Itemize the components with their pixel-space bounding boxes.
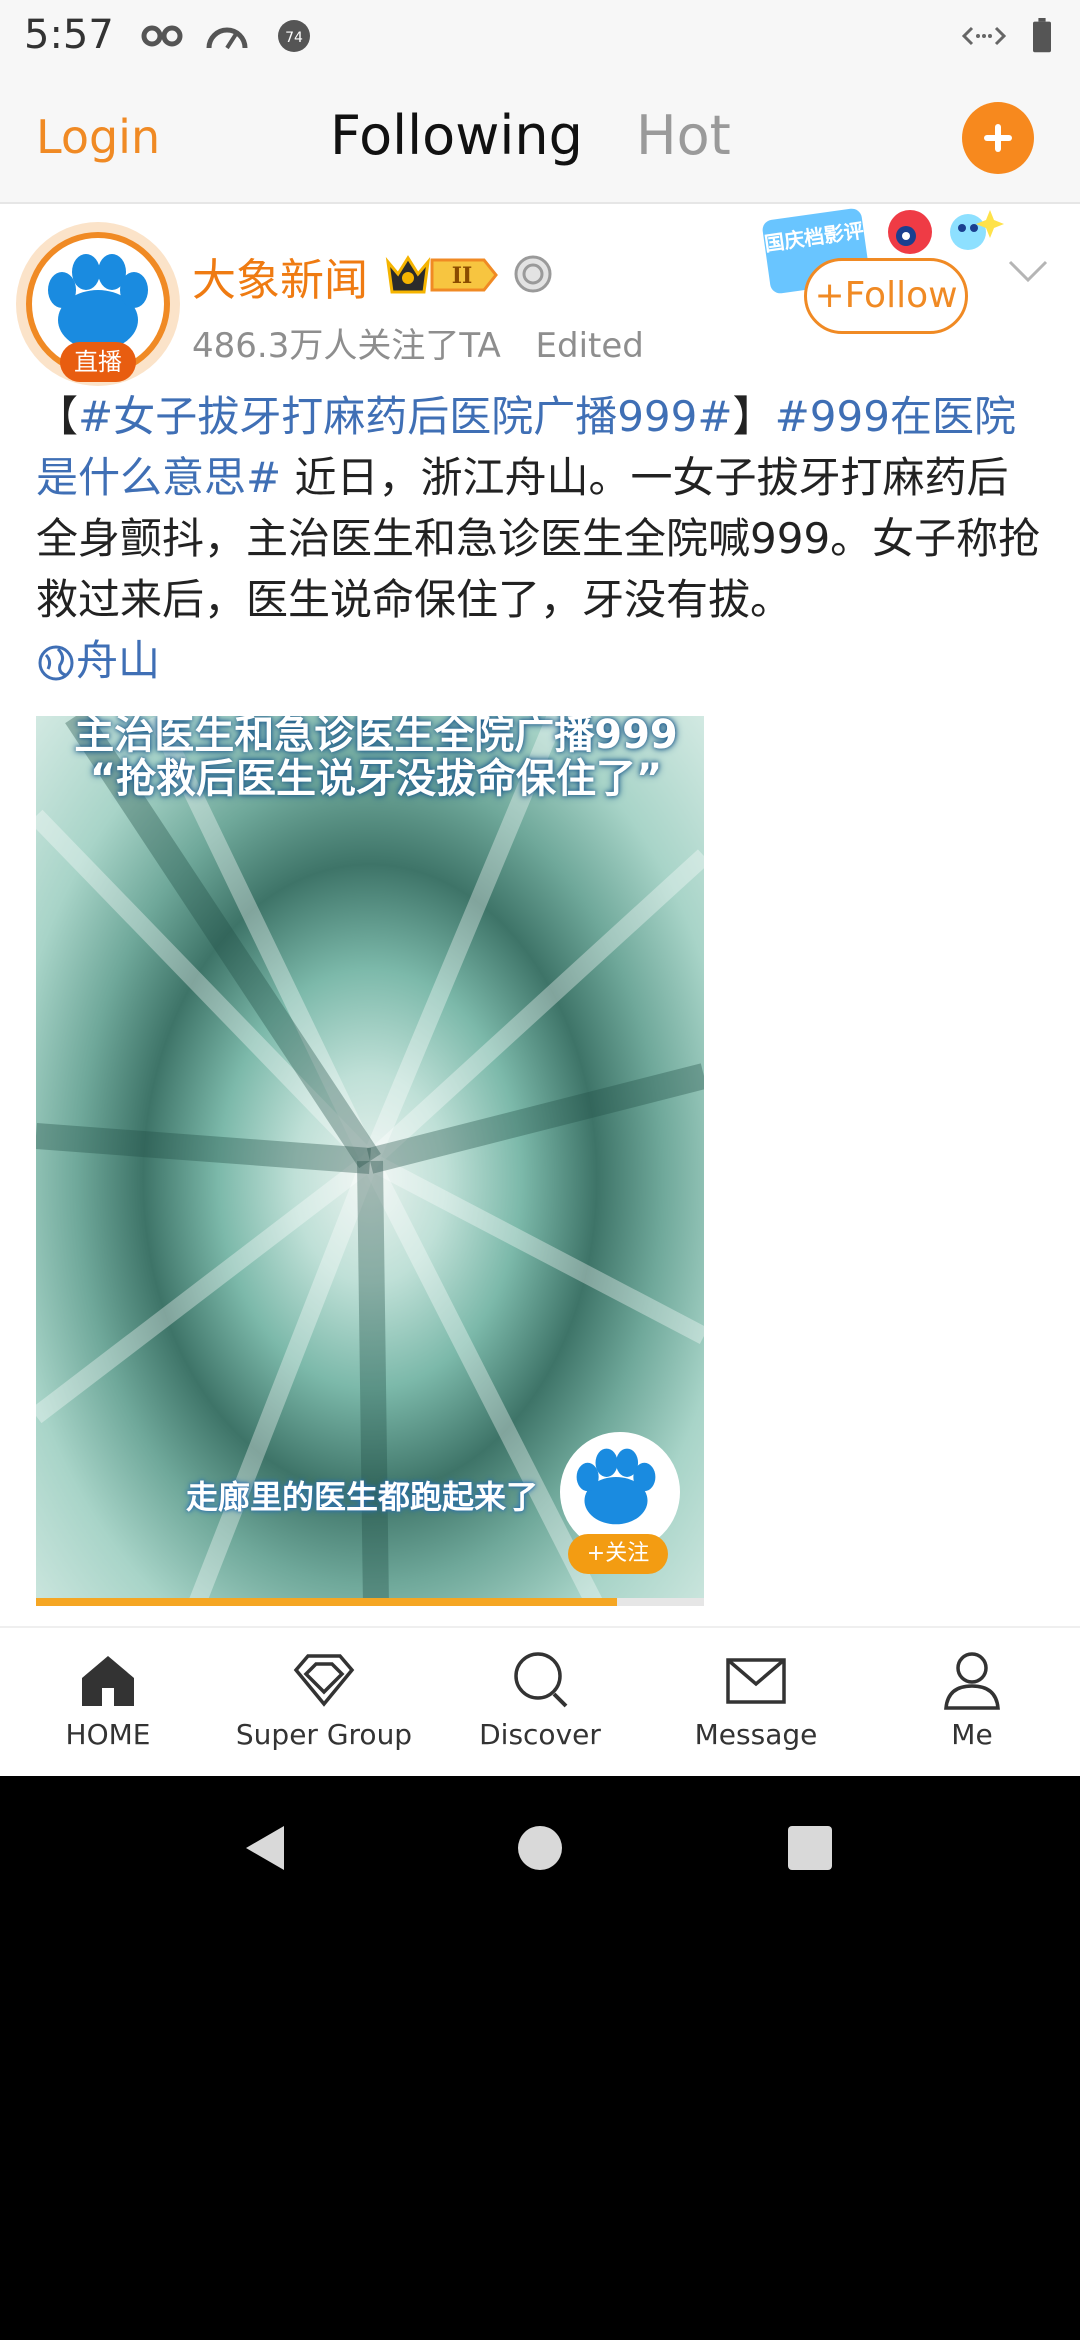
video-caption-quote: “抢救后医生说牙没拔命保住了” (89, 756, 663, 802)
follower-count: 486.3万人关注了TA (192, 326, 501, 366)
nav-message[interactable]: Message (648, 1638, 864, 1751)
home-icon (82, 1656, 134, 1706)
nav-me[interactable]: Me (864, 1638, 1080, 1751)
live-badge: 直播 (60, 342, 136, 382)
nav-me-label: Me (951, 1718, 993, 1751)
top-navigation: Login Following Hot (0, 70, 1080, 204)
crown-rank-icon: II (385, 255, 498, 294)
bracket-close: 】 (732, 392, 775, 441)
video-caption-bottom: 走廊里的医生都跑起来了 (186, 1478, 539, 1516)
data-transfer-icon (962, 26, 1006, 46)
envelope-icon (726, 1658, 786, 1704)
status-time: 5:57 (24, 12, 114, 58)
location-label: 舟山 (76, 636, 161, 685)
diamond-icon (293, 1654, 355, 1707)
author-avatar[interactable]: 直播 (16, 222, 180, 386)
status-bar: 5:57 74 (0, 0, 1080, 70)
login-link[interactable]: Login (36, 110, 160, 164)
globe-icon (38, 645, 74, 681)
crown-rank-label: II (452, 263, 473, 289)
post-text: 【#女子拔牙打麻药后医院广播999#】#999在医院是什么意思# 近日，浙江舟山… (36, 386, 1046, 691)
svg-text:74: 74 (285, 30, 303, 46)
bracket-open: 【 (36, 392, 79, 441)
video-progress-fill (36, 1598, 618, 1606)
nav-discover[interactable]: Discover (432, 1638, 648, 1751)
compose-button[interactable] (962, 102, 1034, 174)
tab-hot[interactable]: Hot (636, 104, 731, 167)
back-icon[interactable] (242, 1822, 288, 1874)
battery-icon (1033, 18, 1051, 53)
incognito-icon (141, 25, 183, 47)
location-link[interactable]: 舟山 (36, 636, 160, 685)
post-meta: 486.3万人关注了TA Edited (192, 318, 644, 367)
home-circle-icon[interactable] (516, 1824, 564, 1872)
tab-following[interactable]: Following (330, 104, 583, 167)
nav-message-label: Message (694, 1718, 818, 1751)
nav-discover-label: Discover (479, 1718, 601, 1751)
nav-super-group[interactable]: Super Group (216, 1638, 432, 1751)
notification-badge-icon: 74 (278, 20, 310, 52)
speedometer-icon (206, 27, 248, 50)
hashtag-link[interactable]: #女子拔牙打麻药后医院广播999# (78, 392, 733, 441)
video-player[interactable]: 主治医生和急诊医生全院广播999 “抢救后医生说牙没拔命保住了” 走廊里的医生都… (36, 716, 704, 1606)
nav-home-label: HOME (65, 1718, 151, 1751)
medal-icon (514, 255, 552, 293)
video-follow-button[interactable]: +关注 (568, 1534, 668, 1574)
search-icon (514, 1652, 568, 1708)
app-screen: 5:57 74 Login Following Hot 直播 大象新闻 II 4… (0, 0, 1080, 1778)
bottom-navigation: HOME Super Group Discover Message Me (0, 1626, 1080, 1778)
nav-home[interactable]: HOME (0, 1638, 216, 1751)
paw-logo-icon (576, 1448, 656, 1525)
recents-icon[interactable] (786, 1824, 834, 1872)
person-icon (944, 1652, 1000, 1710)
edited-label: Edited (535, 326, 644, 366)
system-navigation-bar (0, 1776, 1080, 1916)
follow-button[interactable]: +Follow (804, 258, 968, 334)
author-name[interactable]: 大象新闻 (192, 244, 368, 308)
nav-super-group-label: Super Group (235, 1718, 413, 1751)
chevron-down-icon[interactable] (1006, 256, 1050, 286)
